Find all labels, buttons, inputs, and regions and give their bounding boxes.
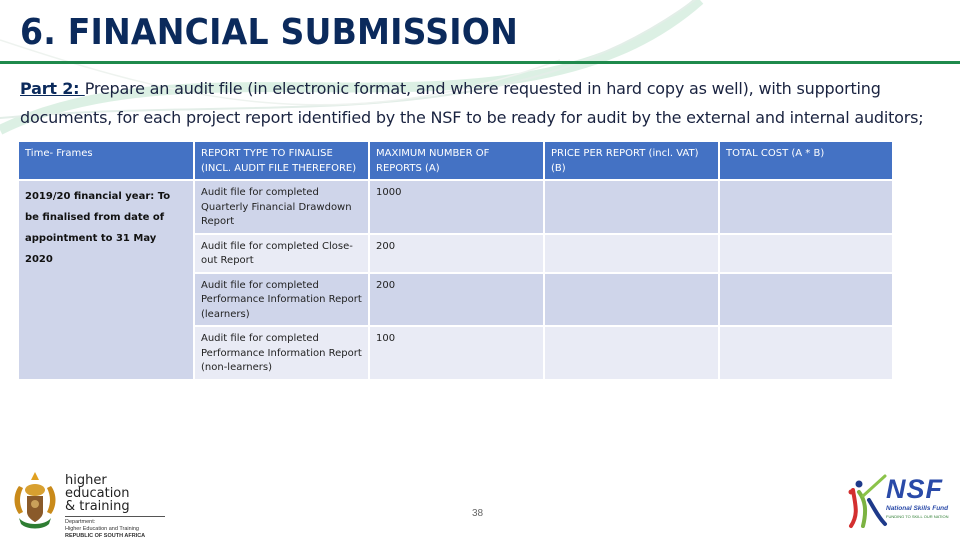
dhet-dept2: Higher Education and Training <box>65 526 139 532</box>
price-cell <box>545 273 718 325</box>
report-type-cell: Audit file for completed Performance Inf… <box>195 273 368 325</box>
report-type-cell: Audit file for completed Quarterly Finan… <box>195 181 368 233</box>
nsf-tagline: FUNDING TO SKILL OUR NATION <box>886 514 949 519</box>
table-row: 2019/20 financial year: To be finalised … <box>19 181 892 379</box>
dhet-dept3: REPUBLIC OF SOUTH AFRICA <box>65 533 146 539</box>
page-number: 38 <box>472 508 484 519</box>
coat-of-arms-icon <box>14 472 56 529</box>
title-divider <box>0 61 960 64</box>
header-total-cost: TOTAL COST (A * B) <box>720 142 892 179</box>
time-frame-cell: 2019/20 financial year: To be finalised … <box>19 181 193 379</box>
header-max-reports: MAXIMUM NUMBER OF REPORTS (A) <box>370 142 543 179</box>
dhet-line1: higher education <box>65 473 130 501</box>
price-cell <box>545 327 718 379</box>
dhet-logo: higher education & training Department: … <box>65 474 175 540</box>
header-time-frames: Time- Frames <box>19 142 193 179</box>
max-reports-cell: 1000 <box>370 181 543 233</box>
slide-title: 6. FINANCIAL SUBMISSION <box>20 12 518 53</box>
report-type-cell: Audit file for completed Performance Inf… <box>195 327 368 379</box>
dhet-dept1: Department: <box>65 519 96 525</box>
part-label: Part 2: <box>20 79 85 98</box>
nsf-figure-icon <box>848 474 887 528</box>
header-price-per-report: PRICE PER REPORT (incl. VAT) (B) <box>545 142 718 179</box>
price-cell <box>545 181 718 233</box>
intro-paragraph: Part 2: Prepare an audit file (in electr… <box>20 74 940 132</box>
total-cell <box>720 273 892 325</box>
max-reports-cell: 200 <box>370 234 543 272</box>
total-cell <box>720 327 892 379</box>
nsf-subtitle: National Skills Fund <box>886 505 949 512</box>
price-cell <box>545 234 718 272</box>
dhet-divider <box>65 516 165 517</box>
total-cell <box>720 234 892 272</box>
dhet-line2: & training <box>65 499 130 514</box>
pricing-table: Time- Frames REPORT TYPE TO FINALISE (IN… <box>17 140 894 381</box>
table-header-row: Time- Frames REPORT TYPE TO FINALISE (IN… <box>19 142 892 179</box>
max-reports-cell: 100 <box>370 327 543 379</box>
report-type-cell: Audit file for completed Close-out Repor… <box>195 234 368 272</box>
max-reports-cell: 200 <box>370 273 543 325</box>
total-cell <box>720 181 892 233</box>
header-report-type: REPORT TYPE TO FINALISE (INCL. AUDIT FIL… <box>195 142 368 179</box>
intro-text: Prepare an audit file (in electronic for… <box>20 79 924 127</box>
nsf-logo-text: NSF <box>886 474 943 504</box>
